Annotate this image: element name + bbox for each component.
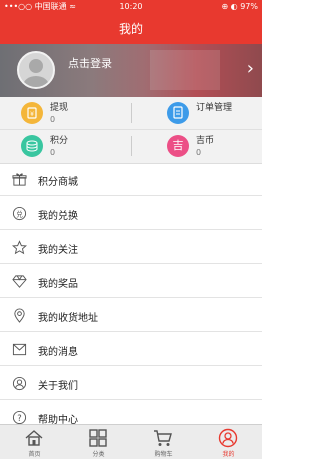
menu-item-address[interactable]: 我的收货地址	[0, 300, 262, 332]
stat-label: 吉币	[196, 136, 215, 146]
location-icon	[14, 308, 25, 323]
star-icon	[12, 240, 27, 255]
stat-value: 0	[50, 148, 56, 157]
menu-item-points-mall[interactable]: 积分商城	[0, 164, 262, 196]
message-icon	[12, 343, 27, 356]
status-bar: •••○○ 中国联通 ≈ 10:20 ⊕ ◐ 97%	[0, 0, 262, 14]
order-icon	[167, 102, 189, 124]
stats-grid: ¥ 提现 0 订单管理 积分 0 吉 吉币 0	[0, 97, 262, 164]
menu-item-label: 关于我们	[38, 381, 78, 392]
menu-item-label: 积分商城	[38, 177, 78, 188]
profile-icon	[218, 428, 238, 448]
stat-label: 积分	[50, 136, 69, 146]
chevron-right-icon: ›	[246, 58, 254, 79]
tab-label: 分类	[92, 451, 105, 458]
home-icon	[25, 430, 43, 446]
stat-label: 订单管理	[196, 103, 233, 113]
diamond-icon	[12, 275, 27, 288]
avatar[interactable]	[17, 51, 55, 89]
ji-coin-icon: 吉	[167, 135, 189, 157]
tab-category[interactable]: 分类	[66, 425, 131, 459]
stat-points[interactable]: 积分 0	[0, 130, 131, 163]
tab-label: 我的	[222, 451, 235, 458]
menu-item-my-prizes[interactable]: 我的奖品	[0, 266, 262, 298]
stat-value: 0	[50, 115, 56, 124]
stat-withdraw[interactable]: ¥ 提现 0	[0, 97, 131, 130]
tab-label: 首页	[28, 451, 41, 458]
tab-home[interactable]: 首页	[2, 425, 67, 459]
menu-item-about[interactable]: 关于我们	[0, 368, 262, 400]
svg-text:?: ?	[17, 413, 21, 423]
divider	[131, 136, 132, 156]
menu-item-label: 我的收货地址	[38, 313, 98, 324]
menu-item-my-exchange[interactable]: 兑 我的兑换	[0, 198, 262, 230]
menu-item-label: 我的奖品	[38, 279, 78, 290]
wallet-icon: ¥	[21, 102, 43, 124]
svg-text:¥: ¥	[30, 111, 34, 118]
menu-item-label: 我的消息	[38, 347, 78, 358]
avatar-placeholder-icon	[23, 59, 49, 87]
menu-item-my-follows[interactable]: 我的关注	[0, 232, 262, 264]
stat-label: 提现	[50, 103, 69, 113]
stat-value: 0	[196, 148, 202, 157]
menu-list: 积分商城 兑 我的兑换 我的关注 我的奖品 我的收货地址 我的消息 关于我们 ?…	[0, 164, 262, 436]
tab-cart[interactable]: 购物车	[131, 425, 196, 459]
category-icon	[89, 429, 107, 447]
tab-bar: 首页 分类 购物车 我的	[0, 424, 262, 459]
exchange-icon: 兑	[12, 206, 27, 221]
profile-banner[interactable]: 点击登录 ›	[0, 44, 262, 97]
nav-bar: 我的	[0, 14, 262, 44]
menu-item-label: 我的兑换	[38, 211, 78, 222]
cart-icon	[154, 430, 172, 446]
menu-item-messages[interactable]: 我的消息	[0, 334, 262, 366]
tab-label: 购物车	[154, 451, 173, 458]
stat-orders[interactable]: 订单管理	[146, 97, 277, 130]
divider	[131, 103, 132, 123]
battery-label: ⊕ ◐ 97%	[221, 2, 258, 11]
login-link[interactable]: 点击登录	[68, 55, 112, 71]
stat-ji-coin[interactable]: 吉 吉币 0	[146, 130, 277, 163]
tab-profile[interactable]: 我的	[196, 425, 261, 459]
gift-icon	[12, 173, 27, 186]
svg-text:兑: 兑	[16, 209, 23, 218]
menu-item-label: 我的关注	[38, 245, 78, 256]
user-icon	[12, 376, 27, 391]
help-icon: ?	[12, 410, 27, 425]
coins-icon	[21, 135, 43, 157]
page-title: 我的	[118, 22, 143, 36]
